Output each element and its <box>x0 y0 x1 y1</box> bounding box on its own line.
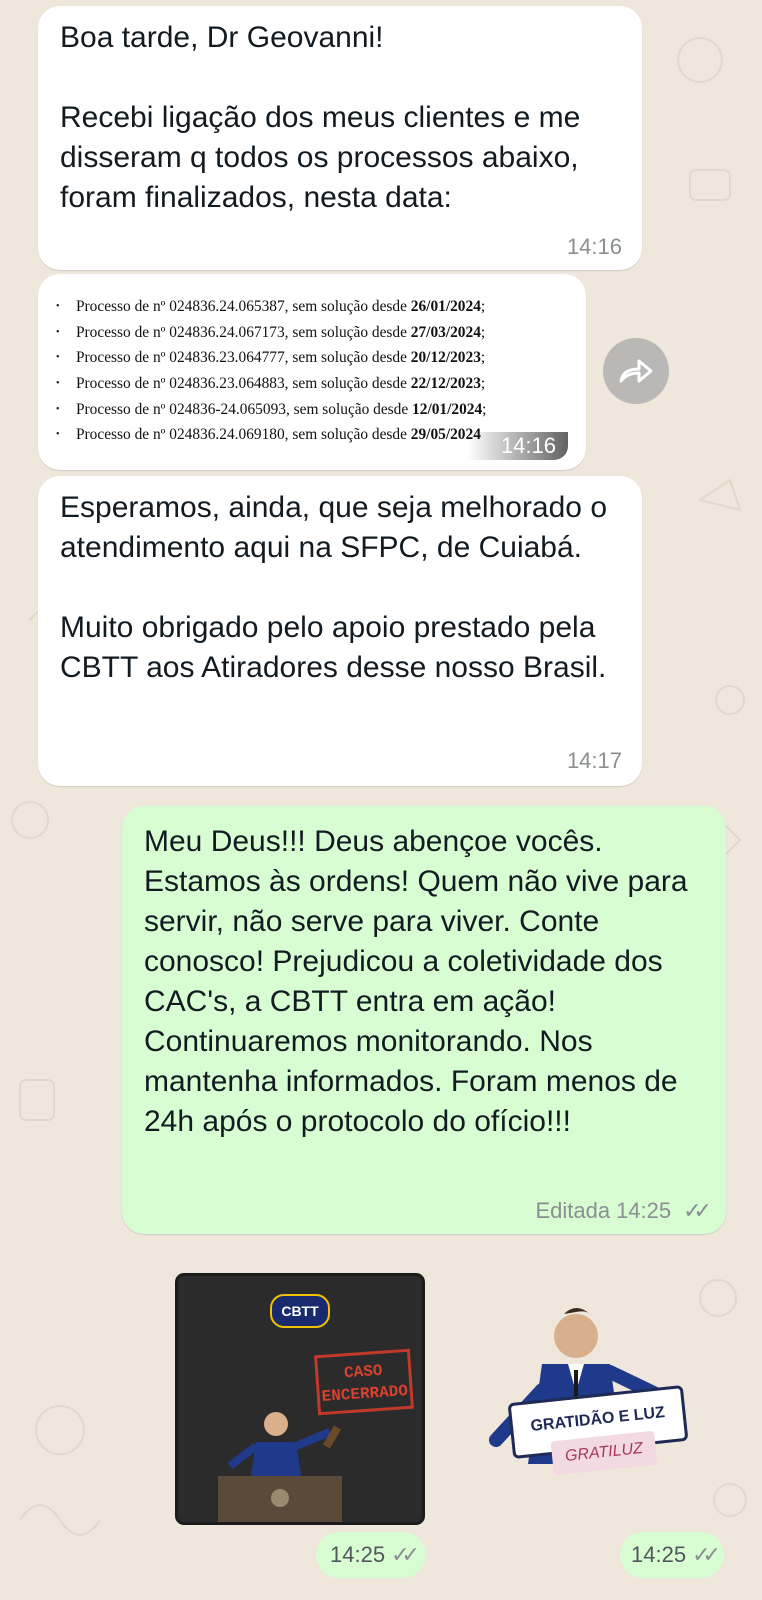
outgoing-message-4[interactable]: Meu Deus!!! Deus abençoe vocês. Estamos … <box>122 806 726 1234</box>
process-suffix: ; <box>480 375 486 393</box>
message-time: 14:17 <box>566 748 622 773</box>
process-number-text: Processo de nº 024836.23.064777, sem sol… <box>76 349 411 367</box>
message-time: 14:25 <box>631 1542 687 1567</box>
double-check-icon: ✓✓ <box>391 1542 420 1567</box>
incoming-message-3[interactable]: Esperamos, ainda, que seja melhorado o a… <box>38 476 642 786</box>
sticker-time-pill: 14:25 ✓✓ <box>620 1532 724 1578</box>
process-suffix: ; <box>480 298 486 315</box>
forward-button[interactable] <box>603 338 669 404</box>
process-date: 12/01/2024 <box>412 400 483 418</box>
process-list-item: Processo de nº 024836.23.064883, sem sol… <box>46 371 486 397</box>
message-text: Esperamos, ainda, que seja melhorado o a… <box>60 491 608 684</box>
process-list-item: Processo de nº 024836.24.067173, sem sol… <box>46 320 486 346</box>
process-list: Processo de nº 024836.24.065387, sem sol… <box>46 294 486 448</box>
document-image[interactable]: Processo de nº 024836.24.065387, sem sol… <box>46 282 578 462</box>
process-number-text: Processo de nº 024836.24.069180, sem sol… <box>76 426 411 444</box>
message-text: Boa tarde, Dr Geovanni! Recebi ligação d… <box>60 21 581 214</box>
process-list-item: Processo de nº 024836.23.064777, sem sol… <box>46 345 486 371</box>
incoming-message-1[interactable]: Boa tarde, Dr Geovanni! Recebi ligação d… <box>38 6 642 270</box>
process-suffix: ; <box>482 400 487 418</box>
process-number-text: Processo de nº 024836.24.065387, sem sol… <box>76 298 411 315</box>
process-date: 26/01/2024 <box>410 298 481 315</box>
process-suffix: ; <box>480 323 486 341</box>
double-check-icon: ✓✓ <box>683 1198 712 1223</box>
message-text: Meu Deus!!! Deus abençoe vocês. Estamos … <box>144 825 696 1138</box>
process-date: 27/03/2024 <box>410 323 481 341</box>
process-list-item: Processo de nº 024836-24.065093, sem sol… <box>46 397 486 423</box>
process-suffix: ; <box>480 349 486 367</box>
process-number-text: Processo de nº 024836.23.064883, sem sol… <box>76 375 411 393</box>
message-time: 14:25 <box>330 1542 386 1567</box>
process-list-item: Processo de nº 024836.24.065387, sem sol… <box>46 294 486 320</box>
message-time: 14:25 <box>616 1198 672 1223</box>
message-time: 14:16 <box>566 234 622 259</box>
image-time-overlay: 14:16 <box>468 432 568 460</box>
double-check-icon: ✓✓ <box>692 1542 721 1567</box>
process-date: 20/12/2023 <box>410 349 481 367</box>
forward-icon <box>619 359 653 383</box>
process-list-item: Processo de nº 024836.24.069180, sem sol… <box>46 422 486 448</box>
message-status: Editada 14:25 ✓✓ <box>535 1198 712 1224</box>
process-number-text: Processo de nº 024836.24.067173, sem sol… <box>76 323 411 341</box>
poster-time-pill: 14:25 ✓✓ <box>316 1532 426 1578</box>
poster-image[interactable]: CBTT CASO ENCERRADO <box>178 1276 422 1522</box>
process-number-text: Processo de nº 024836-24.065093, sem sol… <box>76 400 413 418</box>
message-time: 14:16 <box>500 433 556 458</box>
edited-label: Editada <box>535 1198 611 1223</box>
incoming-image-message[interactable]: Processo de nº 024836.24.065387, sem sol… <box>38 274 586 470</box>
process-date: 22/12/2023 <box>410 375 481 393</box>
speaker-figure <box>218 1412 342 1522</box>
